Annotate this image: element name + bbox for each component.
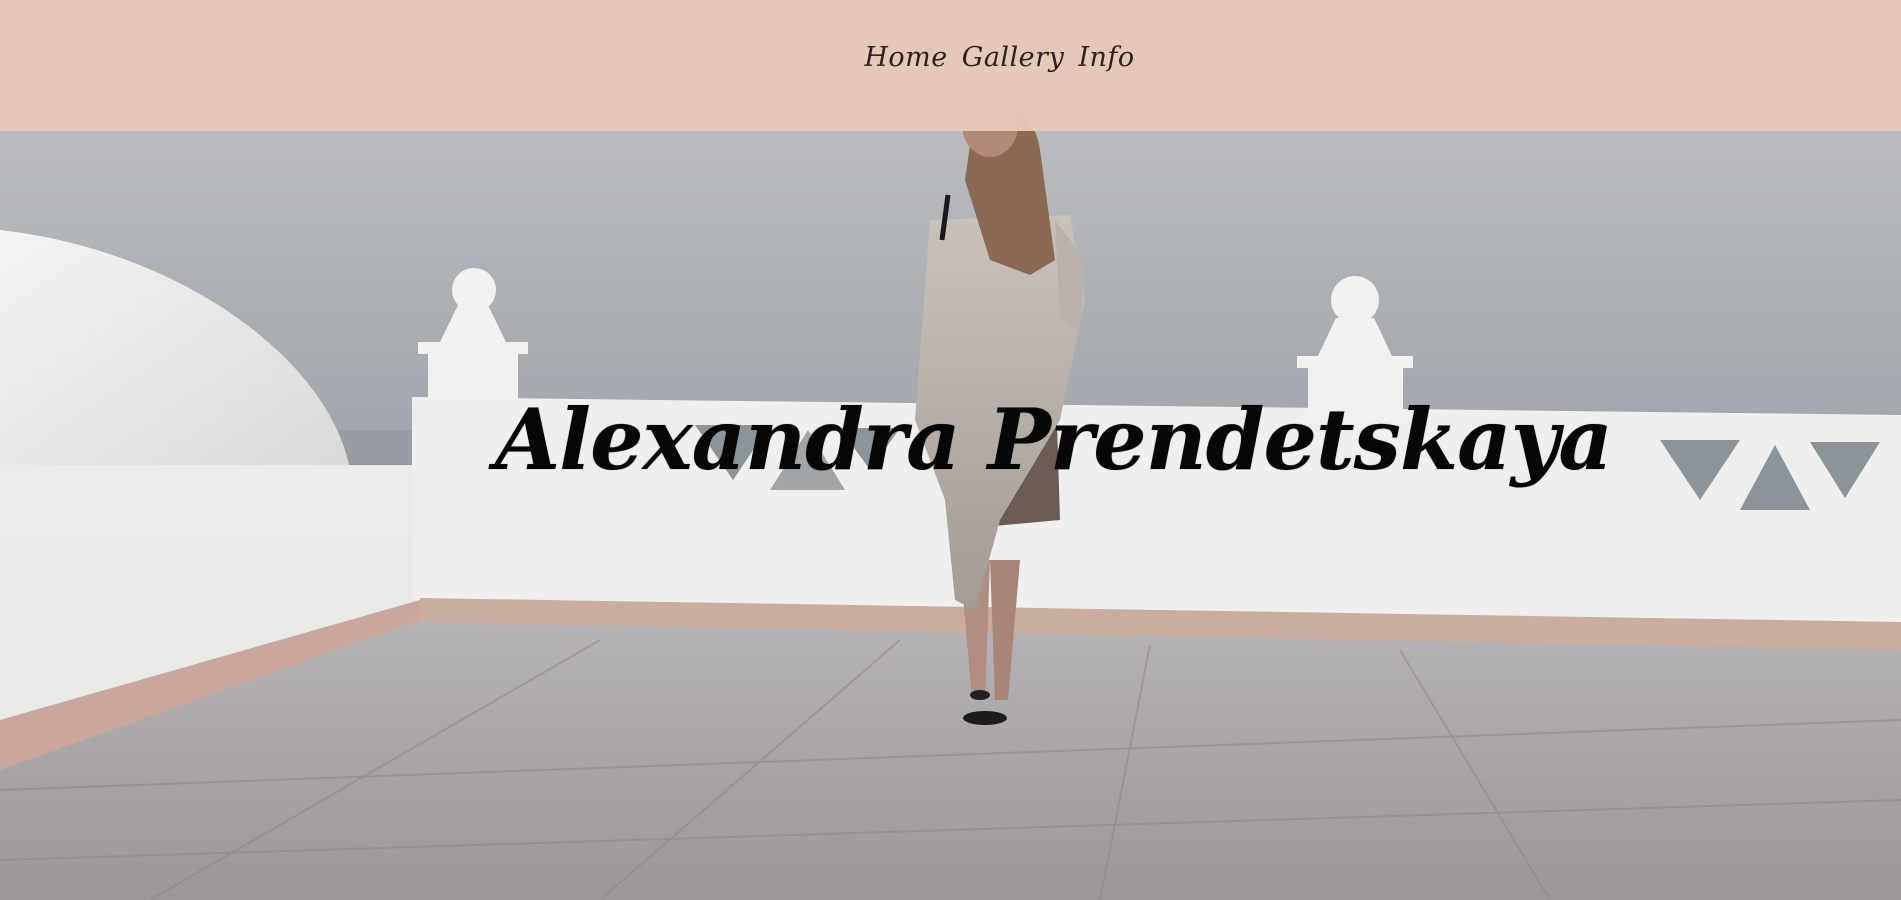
nav-link-gallery[interactable]: Gallery xyxy=(962,42,1065,73)
page: Home Gallery Info Alexandra Prendetskaya xyxy=(0,0,1901,900)
nav-item-info: Info xyxy=(1078,42,1134,73)
top-navbar: Home Gallery Info xyxy=(0,0,1901,131)
nav-item-gallery: Gallery xyxy=(962,42,1065,73)
nav-link-info[interactable]: Info xyxy=(1078,42,1134,73)
nav-item-home: Home xyxy=(864,42,947,73)
nav-link-home[interactable]: Home xyxy=(864,42,947,73)
hero-title: Alexandra Prendetskaya xyxy=(495,390,1613,489)
nav-menu: Home Gallery Info xyxy=(864,42,1134,73)
